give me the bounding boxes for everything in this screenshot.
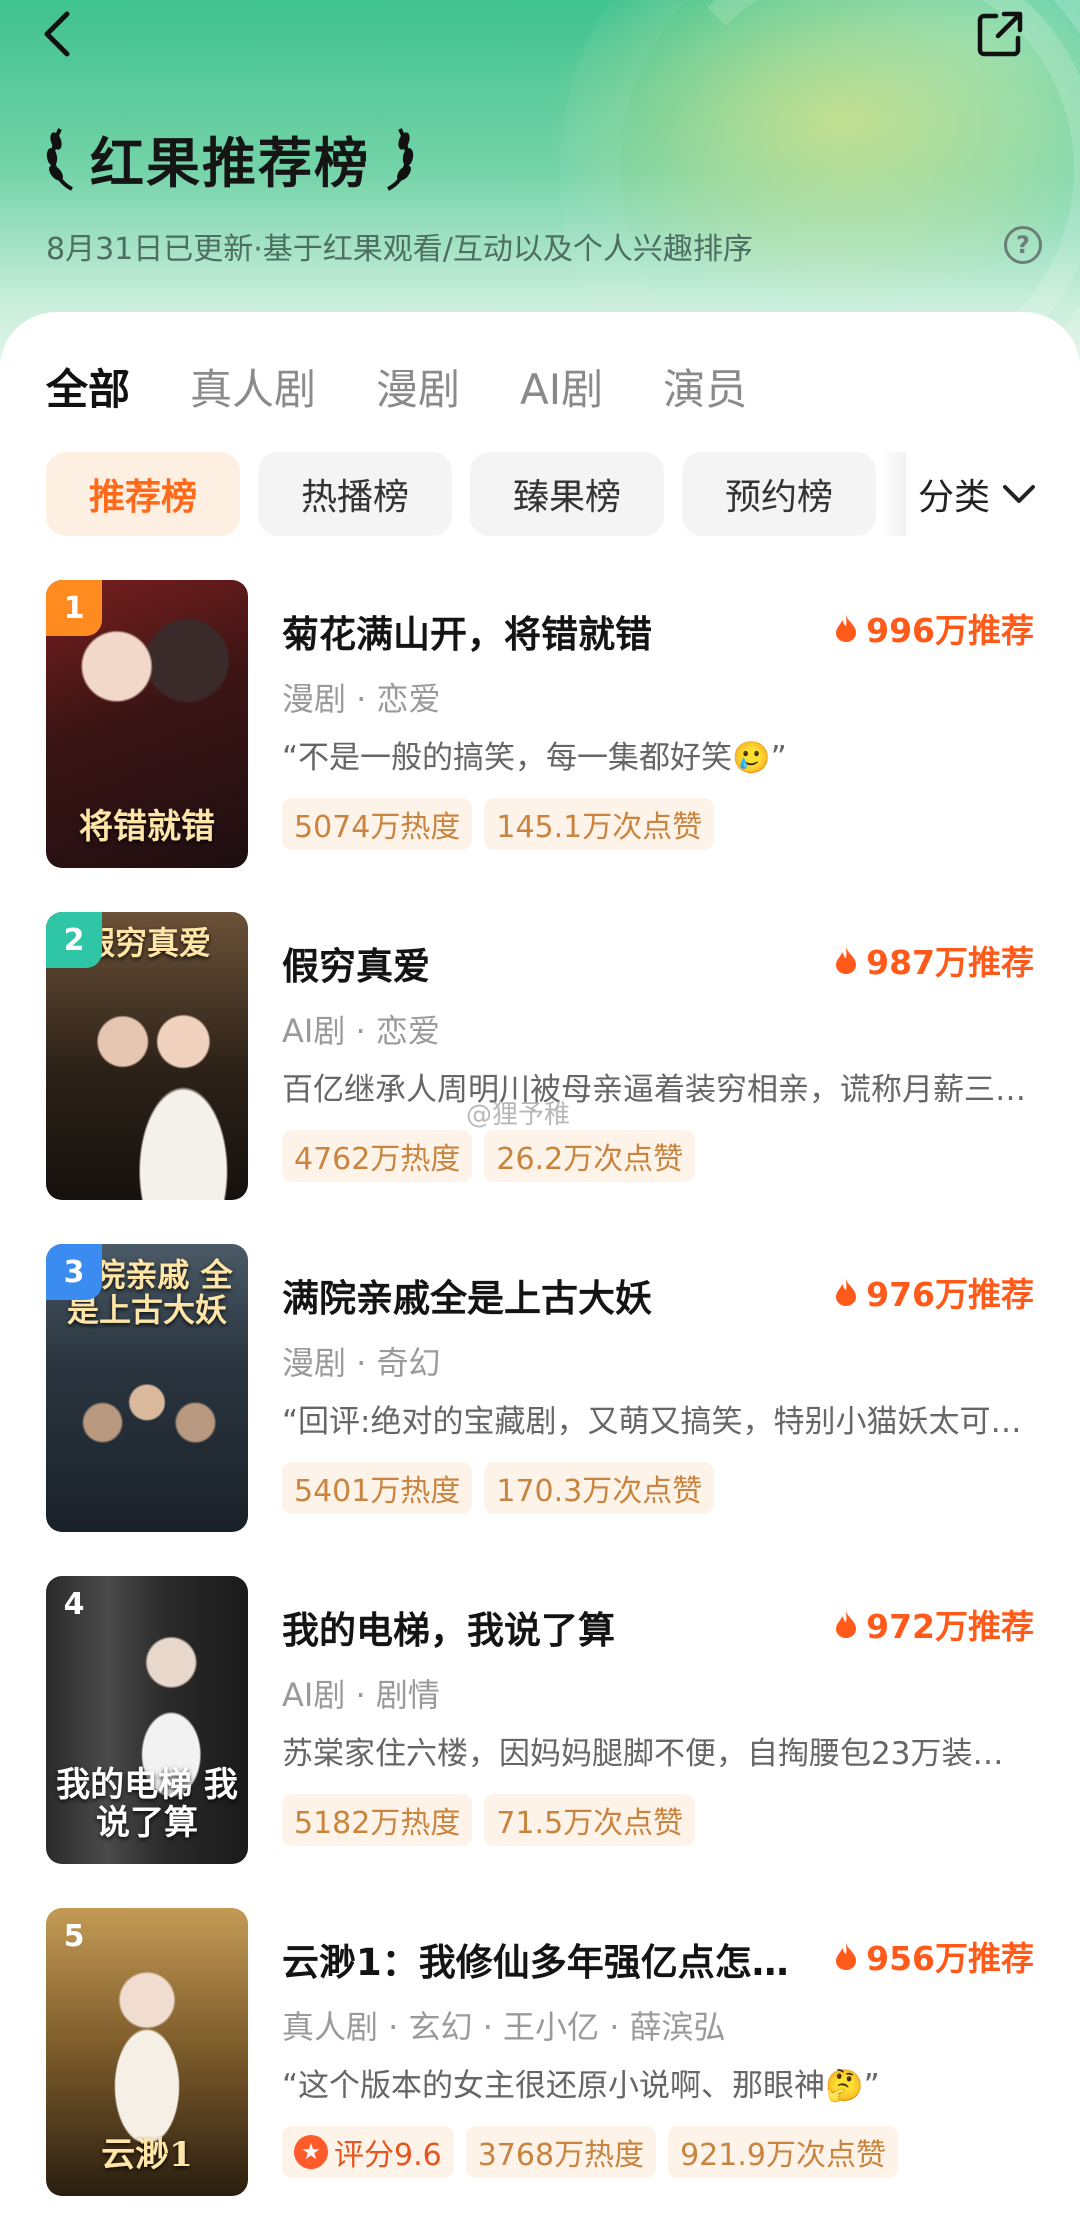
laurel-right-icon: [386, 128, 414, 191]
genre-meta: 漫剧 · 恋爱: [282, 680, 441, 718]
flame-icon: [836, 947, 857, 974]
likes-badge: 170.3万次点赞: [484, 1462, 715, 1514]
description: “不是一般的搞笑，每一集都好笑🥲”: [282, 740, 787, 776]
likes-badge: 71.5万次点赞: [484, 1794, 696, 1846]
genre-meta: 真人剧 · 玄幻 · 王小亿 · 薛滨弘: [282, 2008, 726, 2046]
list-item[interactable]: 云渺1 5 云渺1：我修仙多年强亿点怎么了 956万推荐 真人剧 · 玄幻 · …: [0, 1908, 1080, 2198]
stats-badges: 4762万热度 26.2万次点赞: [282, 1130, 696, 1182]
heat-badge: 5401万热度: [282, 1462, 473, 1514]
recommend-text: 987万推荐: [866, 943, 1034, 982]
recommend-text: 956万推荐: [866, 1939, 1034, 1978]
drama-title: 云渺1：我修仙多年强亿点怎么了: [282, 1941, 822, 1984]
category-tabs: 全部 真人剧 漫剧 AI剧 演员: [46, 356, 747, 414]
tab-comic[interactable]: 漫剧: [376, 356, 460, 417]
tab-actors[interactable]: 演员: [663, 356, 747, 417]
description: “回评:绝对的宝藏剧，又萌又搞笑，特别小猫妖太可爱了”: [282, 1404, 1034, 1440]
cover-image[interactable]: 假穷真爱 2: [46, 912, 248, 1200]
cover-image[interactable]: 满院亲戚 全是上古大妖 3: [46, 1244, 248, 1532]
genre-meta: 漫剧 · 奇幻: [282, 1344, 441, 1382]
heat-badge: 5074万热度: [282, 798, 473, 850]
chevron-left-icon: [44, 11, 70, 57]
star-icon: ★: [294, 2135, 328, 2169]
list-item[interactable]: 将错就错 1 菊花满山开，将错就错 996万推荐 漫剧 · 恋爱 “不是一般的搞…: [0, 580, 1080, 870]
list-item[interactable]: 我的电梯 我说了算 4 我的电梯，我说了算 972万推荐 AI剧 · 剧情 苏棠…: [0, 1576, 1080, 1866]
cover-image[interactable]: 将错就错 1: [46, 580, 248, 868]
stats-badges: ★ 评分9.6 3768万热度 921.9万次点赞: [282, 2126, 898, 2178]
drama-title: 假穷真爱: [282, 945, 430, 988]
chip-recommend[interactable]: 推荐榜: [46, 452, 240, 536]
cover-title-text: 我的电梯 我说了算: [56, 1765, 238, 1843]
flame-icon: [836, 1279, 857, 1306]
list-item[interactable]: 假穷真爱 2 假穷真爱 987万推荐 AI剧 · 恋爱 百亿继承人周明川被母亲逼…: [0, 912, 1080, 1202]
chevron-down-icon: [1003, 485, 1036, 503]
category-dropdown[interactable]: 分类: [918, 452, 1036, 536]
cover-image[interactable]: 我的电梯 我说了算 4: [46, 1576, 248, 1864]
rank-badge: 1: [46, 580, 102, 636]
back-button[interactable]: [28, 6, 84, 62]
genre-meta: AI剧 · 恋爱: [282, 1012, 440, 1050]
stats-badges: 5074万热度 145.1万次点赞: [282, 798, 715, 850]
flame-icon: [836, 615, 857, 642]
update-subtitle: 8月31日已更新·基于红果观看/互动以及个人兴趣排序: [46, 232, 753, 267]
stats-badges: 5401万热度 170.3万次点赞: [282, 1462, 715, 1514]
recommend-count: 987万推荐: [834, 936, 1034, 984]
page-title: 红果推荐榜: [90, 131, 370, 195]
description: “这个版本的女主很还原小说啊、那眼神🤔”: [282, 2068, 880, 2104]
tab-live-action[interactable]: 真人剧: [190, 356, 316, 417]
rank-badge: 4: [63, 1586, 85, 1622]
flame-icon: [836, 1611, 857, 1638]
rank-badge: 3: [46, 1244, 102, 1300]
description: 百亿继承人周明川被母亲逼着装穷相亲，谎称月薪三千的司机: [282, 1072, 1034, 1108]
drama-title: 我的电梯，我说了算: [282, 1609, 615, 1652]
tab-ai[interactable]: AI剧: [520, 356, 603, 417]
share-icon: [977, 11, 1023, 57]
score-text: 评分9.6: [334, 2138, 442, 2173]
stats-badges: 5182万热度 71.5万次点赞: [282, 1794, 696, 1846]
heat-badge: 4762万热度: [282, 1130, 473, 1182]
chip-fade-divider: [882, 452, 906, 536]
cover-image[interactable]: 云渺1 5: [46, 1908, 248, 2196]
share-button[interactable]: [972, 6, 1028, 62]
likes-badge: 145.1万次点赞: [484, 798, 715, 850]
list-item[interactable]: 满院亲戚 全是上古大妖 3 满院亲戚全是上古大妖 976万推荐 漫剧 · 奇幻 …: [0, 1244, 1080, 1534]
heat-badge: 5182万热度: [282, 1794, 473, 1846]
genre-meta: AI剧 · 剧情: [282, 1676, 440, 1714]
recommend-count: 996万推荐: [834, 604, 1034, 652]
ranking-chips: 推荐榜 热播榜 臻果榜 预约榜: [46, 452, 876, 536]
recommend-count: 972万推荐: [834, 1600, 1034, 1648]
recommend-text: 972万推荐: [866, 1607, 1034, 1646]
rank-badge: 5: [63, 1918, 85, 1954]
recommend-text: 996万推荐: [866, 611, 1034, 650]
rank-badge: 2: [46, 912, 102, 968]
chip-premium[interactable]: 臻果榜: [470, 452, 664, 536]
recommend-count: 956万推荐: [834, 1932, 1034, 1980]
chip-reserve[interactable]: 预约榜: [682, 452, 876, 536]
tab-all[interactable]: 全部: [46, 356, 130, 417]
heat-badge: 3768万热度: [465, 2126, 657, 2178]
recommend-count: 976万推荐: [834, 1268, 1034, 1316]
laurel-left-icon: [46, 128, 74, 191]
cover-title-text: 云渺1: [101, 2134, 193, 2175]
flame-icon: [836, 1943, 857, 1970]
watermark-text: @狸予稚: [466, 1100, 571, 1130]
chip-hot[interactable]: 热播榜: [258, 452, 452, 536]
drama-title: 菊花满山开，将错就错: [282, 613, 652, 656]
likes-badge: 26.2万次点赞: [484, 1130, 696, 1182]
likes-badge: 921.9万次点赞: [668, 2126, 898, 2178]
score-badge: ★ 评分9.6: [282, 2126, 454, 2178]
title-row: 红果推荐榜: [42, 118, 418, 198]
category-label: 分类: [918, 477, 991, 518]
drama-title: 满院亲戚全是上古大妖: [282, 1277, 652, 1320]
question-circle-icon[interactable]: ?: [1004, 226, 1042, 264]
description: 苏棠家住六楼，因妈妈腿脚不便，自掏腰包23万装了电梯: [282, 1736, 1034, 1772]
recommend-text: 976万推荐: [866, 1275, 1034, 1314]
cover-title-text: 将错就错: [79, 806, 215, 847]
